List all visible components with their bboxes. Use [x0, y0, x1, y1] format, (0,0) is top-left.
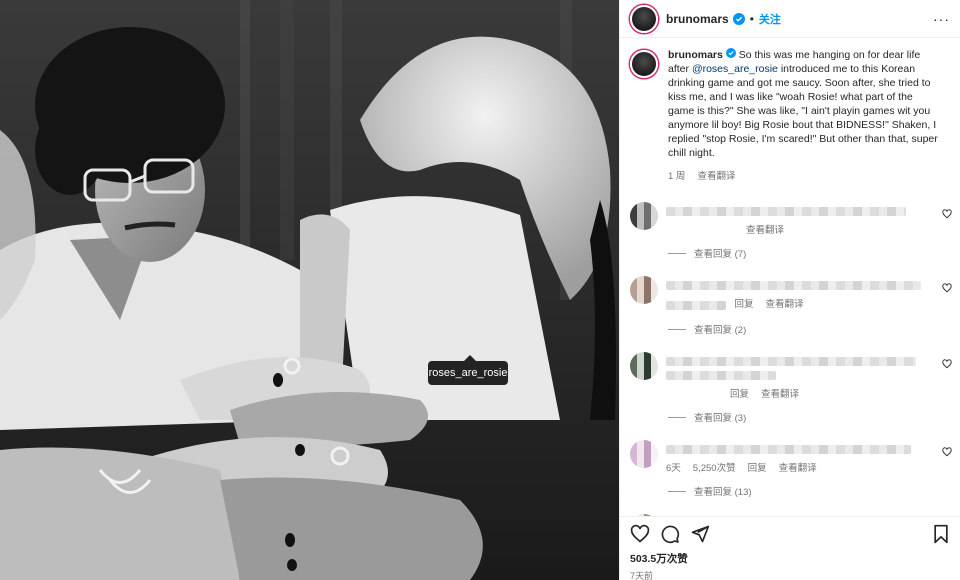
- comment-avatar[interactable]: [630, 352, 658, 380]
- comment-time[interactable]: 6天: [666, 460, 681, 474]
- comment-translate-link[interactable]: 查看翻译: [765, 296, 803, 310]
- comment-text-blurred: [666, 357, 916, 366]
- comment-translate-link[interactable]: 查看翻译: [746, 222, 784, 236]
- post-date: 7天前: [630, 571, 654, 580]
- view-replies-label: 查看回复 (7): [694, 249, 747, 260]
- action-icons: [630, 523, 950, 545]
- heart-icon[interactable]: [942, 280, 952, 298]
- author-avatar[interactable]: [630, 4, 658, 33]
- verified-badge-icon: [732, 12, 745, 25]
- comment-likes[interactable]: 5,250次赞: [693, 460, 736, 474]
- caption-time[interactable]: 1 周: [668, 170, 685, 184]
- heart-icon[interactable]: [942, 444, 952, 462]
- comment-item: 回复 查看翻译: [620, 352, 960, 400]
- header-separator: •: [749, 11, 754, 26]
- comments-scroll-area[interactable]: brunomars So this was me hanging on for …: [620, 38, 960, 516]
- comment-avatar[interactable]: [630, 276, 658, 304]
- replies-divider: [668, 490, 686, 492]
- comment-avatar[interactable]: [630, 440, 658, 468]
- comment-translate-link[interactable]: 查看翻译: [779, 460, 817, 474]
- caption-author-avatar[interactable]: [630, 50, 658, 78]
- caption-username[interactable]: brunomars: [668, 49, 723, 61]
- comment-meta: 回复 查看翻译: [734, 296, 803, 310]
- caption-meta: 1 周 查看翻译: [668, 170, 938, 184]
- view-replies-label: 查看回复 (2): [694, 325, 747, 336]
- share-icon[interactable]: [690, 524, 710, 544]
- post-header: brunomars • 关注 ···: [620, 0, 960, 38]
- replies-divider: [668, 252, 686, 254]
- post-actions: 503.5万次赞 7天前: [620, 516, 960, 580]
- comment-reply-link[interactable]: 回复: [748, 460, 767, 474]
- comment-item: 6天 5,250次赞 回复 查看翻译: [620, 440, 960, 474]
- heart-icon[interactable]: [942, 356, 952, 374]
- comment-reply-link[interactable]: 回复: [730, 386, 749, 400]
- comment-translate-link[interactable]: 查看翻译: [761, 386, 799, 400]
- photo-scene: [0, 0, 619, 580]
- caption-text-after: introduced me to this Korean drinking ga…: [668, 63, 938, 159]
- comment-text-blurred: [666, 281, 921, 290]
- comment-icon[interactable]: [660, 524, 680, 544]
- view-replies-button[interactable]: 查看回复 (7): [668, 246, 960, 260]
- comment-meta: 6天 5,250次赞 回复 查看翻译: [666, 460, 928, 474]
- more-options-icon[interactable]: ···: [933, 11, 950, 27]
- post-side-panel: brunomars • 关注 ··· brunomars So this was…: [619, 0, 960, 580]
- user-tag[interactable]: roses_are_rosie: [428, 355, 508, 385]
- view-replies-button[interactable]: 查看回复 (13): [668, 484, 960, 498]
- follow-button[interactable]: 关注: [759, 11, 781, 27]
- replies-divider: [668, 328, 686, 330]
- verified-badge-icon: [725, 48, 736, 61]
- comment-text-blurred: [666, 371, 776, 380]
- likes-count[interactable]: 503.5万次赞: [630, 551, 950, 566]
- heart-icon[interactable]: [942, 206, 952, 224]
- comment-meta: 回复 查看翻译: [730, 386, 928, 400]
- post-photo[interactable]: roses_are_rosie: [0, 0, 619, 580]
- comment-item: 回复 查看翻译: [620, 276, 960, 312]
- view-replies-button[interactable]: 查看回复 (3): [668, 410, 960, 424]
- comment-text-blurred: [666, 207, 906, 216]
- caption-translate-link[interactable]: 查看翻译: [697, 170, 735, 184]
- caption-text: brunomars So this was me hanging on for …: [668, 48, 938, 160]
- post-caption: brunomars So this was me hanging on for …: [620, 38, 960, 184]
- comment-text-blurred: [666, 300, 726, 310]
- replies-divider: [668, 416, 686, 418]
- heart-icon[interactable]: [630, 524, 650, 544]
- author-username[interactable]: brunomars: [666, 12, 729, 26]
- view-replies-label: 查看回复 (13): [694, 487, 752, 498]
- bookmark-icon[interactable]: [932, 524, 950, 544]
- view-replies-label: 查看回复 (3): [694, 413, 747, 424]
- comment-avatar[interactable]: [630, 202, 658, 230]
- caption-mention-link[interactable]: @roses_are_rosie: [692, 63, 778, 75]
- comment-meta: 查看翻译: [746, 222, 928, 236]
- view-replies-button[interactable]: 查看回复 (2): [668, 322, 960, 336]
- comment-item: 查看翻译: [620, 202, 960, 236]
- comment-reply-link[interactable]: 回复: [734, 296, 753, 310]
- comment-text-blurred: [666, 445, 911, 454]
